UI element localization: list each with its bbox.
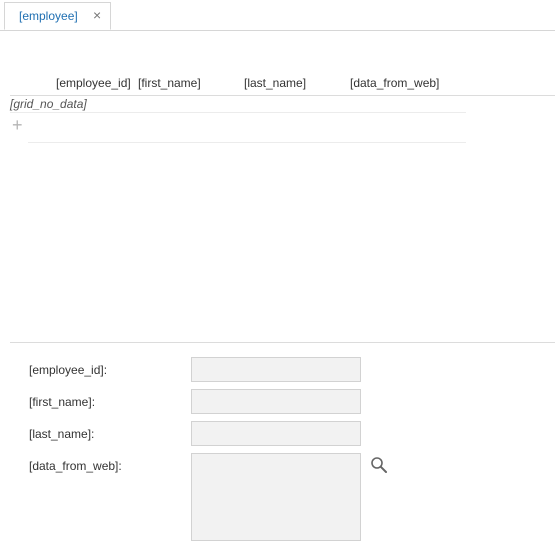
last-name-field[interactable] xyxy=(191,421,361,446)
column-header-employee-id[interactable]: [employee_id] xyxy=(56,76,131,90)
data-grid: [employee_id] [first_name] [last_name] [… xyxy=(10,70,555,143)
column-header-last-name[interactable]: [last_name] xyxy=(244,76,306,90)
label-employee-id: [employee_id]: xyxy=(29,363,108,377)
close-icon[interactable]: × xyxy=(93,7,101,23)
search-icon[interactable] xyxy=(370,456,388,474)
data-from-web-field[interactable] xyxy=(191,453,361,541)
label-first-name: [first_name]: xyxy=(29,395,96,409)
add-row-icon[interactable]: + xyxy=(12,116,23,134)
first-name-field[interactable] xyxy=(191,389,361,414)
column-header-first-name[interactable]: [first_name] xyxy=(138,76,201,90)
employee-id-field[interactable] xyxy=(191,357,361,382)
tab-employee[interactable]: [employee] × xyxy=(4,2,111,30)
label-last-name: [last_name]: xyxy=(29,427,95,441)
tab-bar: [employee] × xyxy=(0,0,555,31)
column-header-data-from-web[interactable]: [data_from_web] xyxy=(350,76,439,90)
row-divider xyxy=(10,112,466,113)
panel-splitter[interactable] xyxy=(10,342,555,343)
grid-header: [employee_id] [first_name] [last_name] [… xyxy=(10,70,555,96)
label-data-from-web: [data_from_web]: xyxy=(29,459,122,473)
grid-empty-message: [grid_no_data] xyxy=(10,97,87,111)
tab-label[interactable]: [employee] xyxy=(19,9,78,23)
row-divider xyxy=(28,142,466,143)
